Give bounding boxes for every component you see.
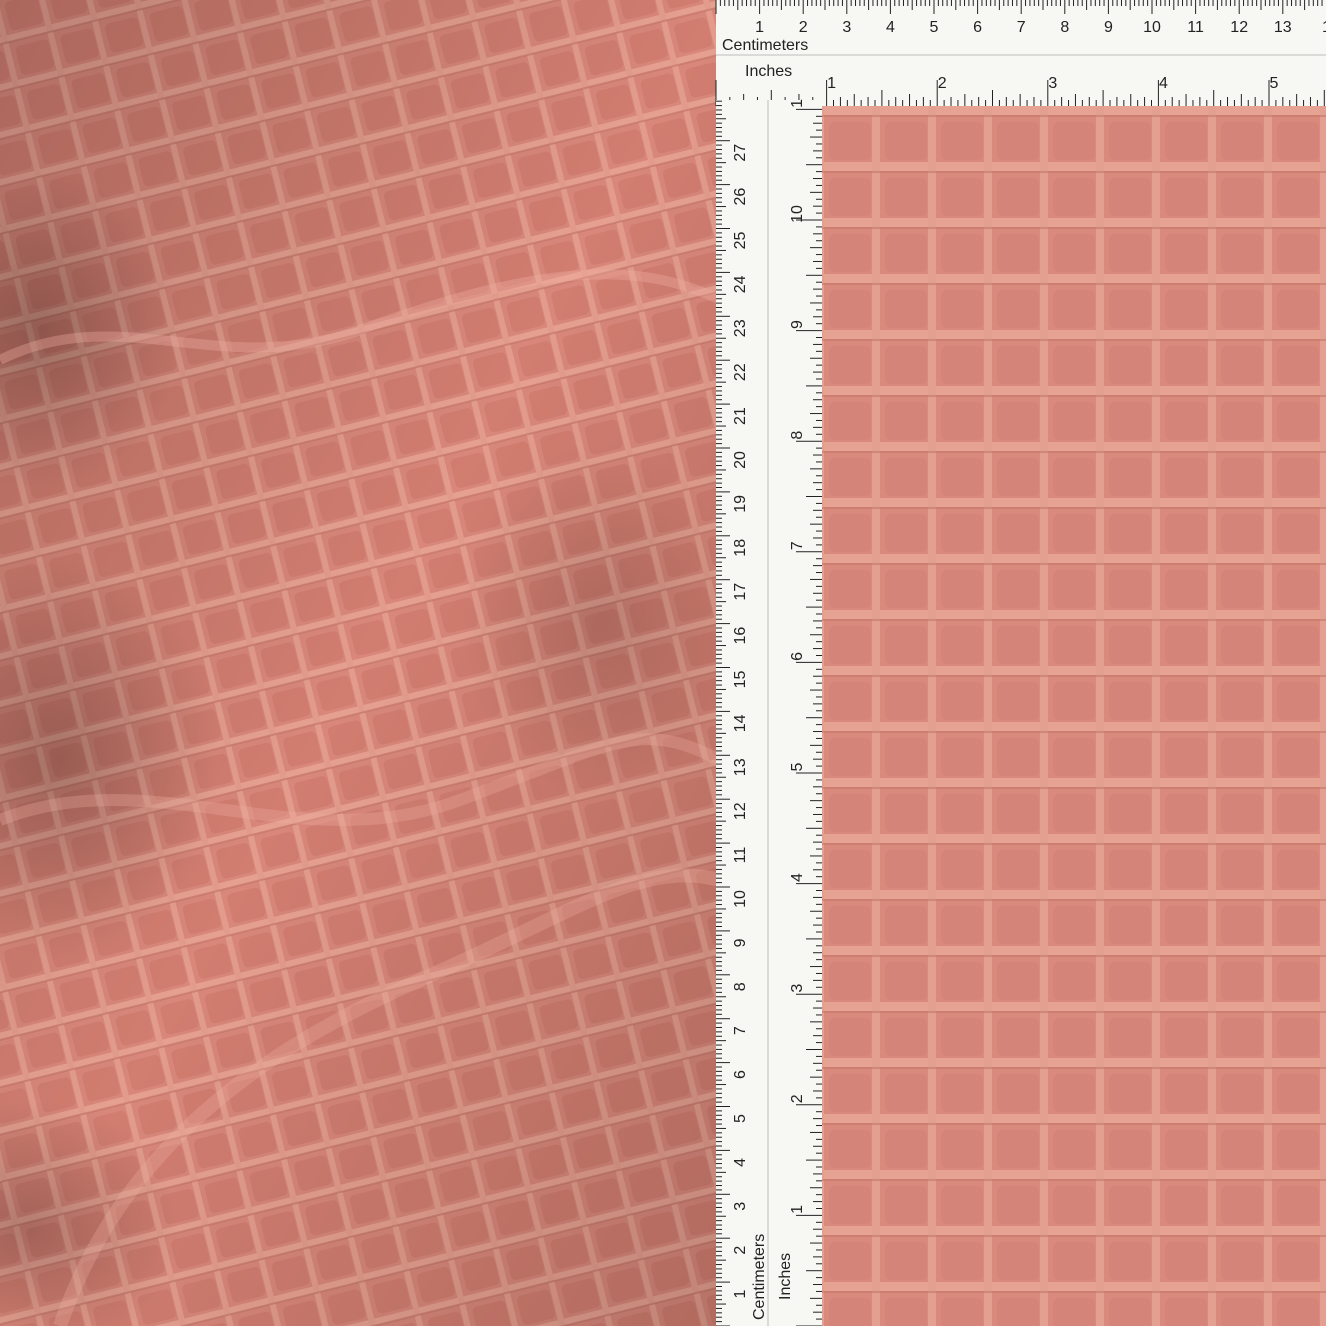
- cm-number: 10: [732, 890, 749, 908]
- cm-number: 4: [886, 19, 895, 36]
- cm-number: 1: [1322, 19, 1326, 36]
- inch-number: 3: [789, 984, 806, 993]
- inch-number: 4: [789, 873, 806, 882]
- inch-number: 7: [789, 541, 806, 550]
- inch-number: 5: [789, 762, 806, 771]
- cm-number: 1: [732, 1290, 749, 1299]
- inch-number: 2: [938, 75, 947, 92]
- cm-number: 21: [732, 407, 749, 425]
- inch-number: 10: [789, 205, 806, 223]
- cm-number: 9: [1104, 19, 1113, 36]
- cm-number: 27: [732, 144, 749, 162]
- inch-number: 8: [789, 431, 806, 440]
- inch-number: 4: [1159, 75, 1168, 92]
- cm-number: 8: [732, 982, 749, 991]
- cm-number: 13: [1274, 19, 1292, 36]
- cm-number: 7: [1017, 19, 1026, 36]
- cm-number: 17: [732, 583, 749, 601]
- cm-number: 2: [732, 1246, 749, 1255]
- cm-number: 6: [973, 19, 982, 36]
- cm-number: 7: [732, 1026, 749, 1035]
- cm-number: 23: [732, 319, 749, 337]
- top-ruler-cm-label: Centimeters: [722, 37, 808, 54]
- cm-number: 19: [732, 495, 749, 513]
- cm-number: 8: [1060, 19, 1069, 36]
- cm-number: 9: [732, 938, 749, 947]
- cm-number: 12: [1230, 19, 1248, 36]
- cm-number: 18: [732, 539, 749, 557]
- cm-number: 5: [732, 1114, 749, 1123]
- cm-number: 24: [732, 275, 749, 293]
- cm-number: 14: [732, 714, 749, 732]
- cm-number: 16: [732, 627, 749, 645]
- draped-fabric: [0, 0, 740, 1326]
- inch-number: 1: [789, 99, 806, 108]
- side-ruler-inch-label: Inches: [777, 1253, 794, 1300]
- cm-number: 3: [842, 19, 851, 36]
- cm-number: 22: [732, 363, 749, 381]
- cm-number: 26: [732, 188, 749, 206]
- cm-number: 6: [732, 1070, 749, 1079]
- cm-number: 2: [799, 19, 808, 36]
- side-ruler: 1234567891011121314151617181920212223242…: [716, 99, 822, 1326]
- inch-number: 5: [1270, 75, 1279, 92]
- inch-number: 1: [789, 1205, 806, 1214]
- inch-number: 3: [1048, 75, 1057, 92]
- cm-number: 25: [732, 232, 749, 250]
- cm-number: 13: [732, 758, 749, 776]
- side-ruler-cm-label: Centimeters: [751, 1234, 768, 1320]
- inch-number: 6: [789, 652, 806, 661]
- top-ruler: 123456789101112131 12345 Centimeters Inc…: [715, 0, 1326, 106]
- cm-number: 1: [755, 19, 764, 36]
- cm-number: 3: [732, 1202, 749, 1211]
- cm-number: 15: [732, 671, 749, 689]
- fabric-swatch-photo: 123456789101112131 12345 Centimeters Inc…: [0, 0, 1326, 1326]
- inch-number: 2: [789, 1094, 806, 1103]
- inch-number: 9: [789, 320, 806, 329]
- cm-number: 11: [1187, 19, 1204, 36]
- cm-number: 4: [732, 1158, 749, 1167]
- inch-number: 1: [827, 75, 836, 92]
- top-ruler-inch-label: Inches: [745, 63, 792, 80]
- cm-number: 10: [1143, 19, 1161, 36]
- cm-number: 5: [930, 19, 939, 36]
- flat-fabric-panel: [822, 106, 1326, 1326]
- cm-number: 12: [732, 802, 749, 820]
- cm-number: 20: [732, 451, 749, 469]
- cm-number: 11: [732, 847, 749, 864]
